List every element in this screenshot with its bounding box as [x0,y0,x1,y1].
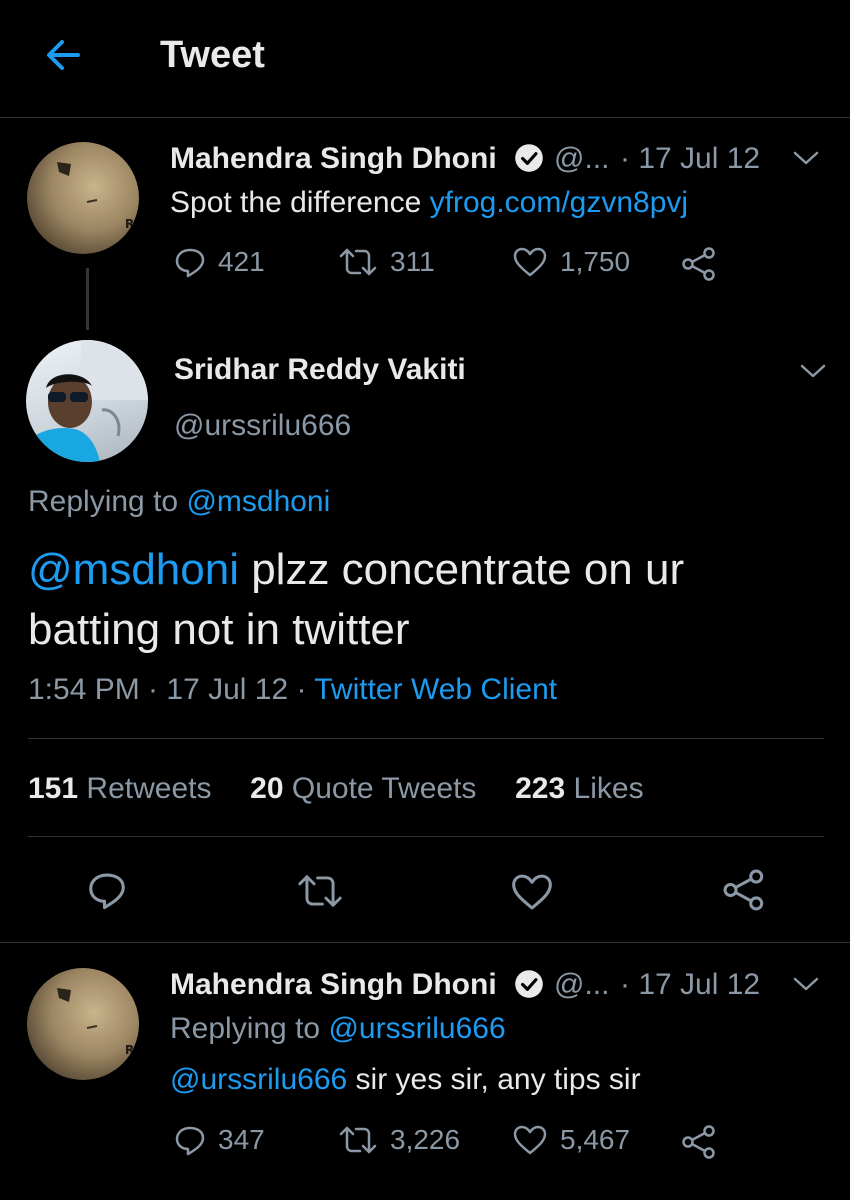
quote-tweets-label: Quote Tweets [291,772,477,805]
like-icon [513,1125,547,1155]
tweet-text-line-2: batting not in twitter [28,605,410,654]
reply-button[interactable]: 421 [174,246,265,278]
replying-to-label: Replying to [170,1012,329,1045]
verified-badge-icon [515,144,543,172]
reply-count: 421 [218,246,265,277]
retweet-icon [339,1126,377,1154]
top-app-bar: Tweet [0,0,850,118]
retweet-button[interactable]: 3,226 [338,1124,460,1156]
divider [28,836,824,837]
verified-badge-icon [515,970,543,998]
reply-tweet[interactable]: RA Mahendra Singh Dhoni @... · 17 Jul 12… [0,944,850,1200]
reply-icon [175,1126,205,1156]
replying-to-line: Replying to @msdhoni [28,485,330,519]
tweet-text-line-1: plzz concentrate on ur [238,545,685,594]
divider [0,942,850,943]
like-button[interactable]: 5,467 [512,1124,630,1156]
tweet-text: @msdhoni plzz concentrate on ur batting … [28,540,684,660]
engagement-stats: 151 Retweets 20 Quote Tweets 223 Likes [28,772,644,806]
quote-tweets-count: 20 [250,772,284,805]
tweet-link[interactable]: yfrog.com/gzvn8pvj [430,186,688,219]
likes-stat[interactable]: 223 Likes [515,772,643,805]
author-name[interactable]: Mahendra Singh Dhoni [170,142,497,176]
retweet-icon[interactable] [296,872,344,910]
tweet-timestamp-line: 1:54 PM · 17 Jul 12 · Twitter Web Client [28,673,557,707]
retweets-count: 151 [28,772,79,805]
tweet-text: Spot the difference yfrog.com/gzvn8pvj [170,186,688,220]
like-icon[interactable] [510,872,554,912]
parent-tweet[interactable]: RA Mahendra Singh Dhoni @... · 17 Jul 12… [0,118,850,338]
reply-button[interactable]: 347 [174,1124,265,1156]
author-handle[interactable]: @urssrilu666 [174,409,351,443]
replying-to-mention[interactable]: @urssrilu666 [328,1012,505,1045]
replying-to-mention[interactable]: @msdhoni [186,485,330,518]
chevron-down-icon[interactable] [791,148,821,168]
reply-icon [175,248,205,278]
author-handle[interactable]: @... [554,142,609,176]
avatar[interactable] [26,340,148,462]
like-icon [513,247,547,277]
tweet-date[interactable]: · 17 Jul 12 [620,142,760,176]
svg-text:RA: RA [125,1043,139,1057]
share-icon[interactable] [722,868,766,912]
tweet-mention[interactable]: @msdhoni [28,545,239,594]
quote-tweets-stat[interactable]: 20 Quote Tweets [250,772,476,805]
author-name[interactable]: Mahendra Singh Dhoni [170,968,497,1002]
reply-icon[interactable] [87,870,127,910]
retweets-stat[interactable]: 151 Retweets [28,772,211,805]
likes-count: 223 [515,772,566,805]
like-count: 5,467 [560,1124,631,1155]
page-title: Tweet [160,34,265,76]
tweet-text: @urssrilu666 sir yes sir, any tips sir [170,1063,641,1097]
share-icon[interactable] [681,246,717,282]
likes-label: Likes [573,772,644,805]
retweet-count: 3,226 [390,1124,461,1155]
share-icon[interactable] [681,1124,717,1160]
replying-to-line: Replying to @urssrilu666 [170,1012,506,1046]
reply-count: 347 [218,1124,265,1155]
tweet-timestamp: 1:54 PM · 17 Jul 12 · [28,673,315,706]
tweet-date[interactable]: · 17 Jul 12 [620,968,760,1002]
svg-text:RA: RA [125,217,139,231]
retweet-count: 311 [390,246,435,277]
replying-to-label: Replying to [28,485,187,518]
avatar[interactable]: RA [27,142,139,254]
source-client-link[interactable]: Twitter Web Client [314,673,557,706]
retweets-label: Retweets [86,772,212,805]
tweet-mention[interactable]: @urssrilu666 [170,1063,347,1096]
chevron-down-icon[interactable] [791,974,821,994]
author-name[interactable]: Sridhar Reddy Vakiti [174,353,466,387]
tweet-text-content: Spot the difference [170,186,430,219]
back-arrow-icon[interactable] [38,30,88,80]
retweet-button[interactable]: 311 [338,246,435,278]
like-button[interactable]: 1,750 [512,246,630,278]
chevron-down-icon[interactable] [798,361,828,381]
retweet-icon [339,248,377,276]
tweet-text-content: sir yes sir, any tips sir [347,1063,641,1096]
like-count: 1,750 [560,246,631,277]
avatar[interactable]: RA [27,968,139,1080]
thread-connector [86,268,89,330]
divider [28,738,824,739]
author-handle[interactable]: @... [554,968,609,1002]
